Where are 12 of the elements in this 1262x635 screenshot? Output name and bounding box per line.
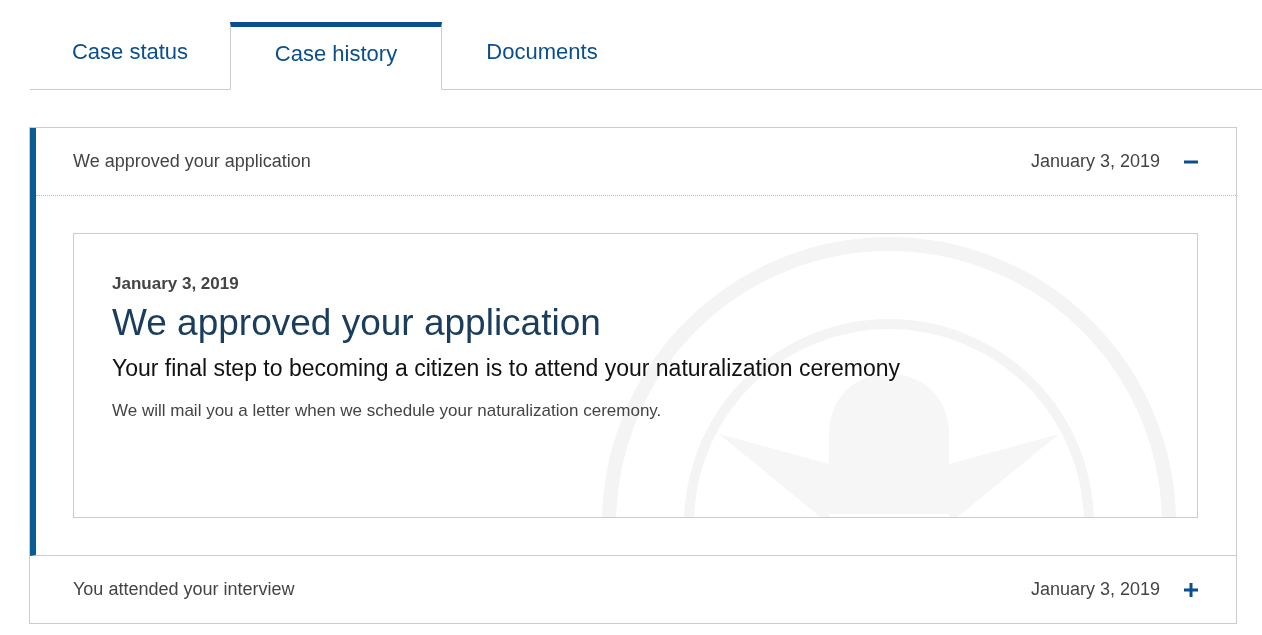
accordion-header[interactable]: You attended your interview January 3, 2019 (30, 556, 1236, 623)
detail-date: January 3, 2019 (112, 274, 240, 294)
detail-text: We will mail you a letter when we schedule your naturalization ceremony. (112, 401, 663, 421)
accordion-header[interactable]: We approved your application January 3, 2019 (36, 128, 1236, 196)
item-date: January 3, 2019 (1030, 579, 1160, 600)
tab[interactable]: Case history (230, 22, 442, 90)
item-title: We approved your application (73, 151, 312, 172)
detail-subheading: Your final step to becoming a citizen is to attend your naturalization ceremony (112, 354, 901, 383)
item-title: You attended your interview (73, 579, 296, 600)
detail-heading: We approved your application (112, 302, 602, 344)
item-date: January 3, 2019 (1030, 151, 1160, 172)
plus-icon[interactable] (1184, 582, 1198, 597)
